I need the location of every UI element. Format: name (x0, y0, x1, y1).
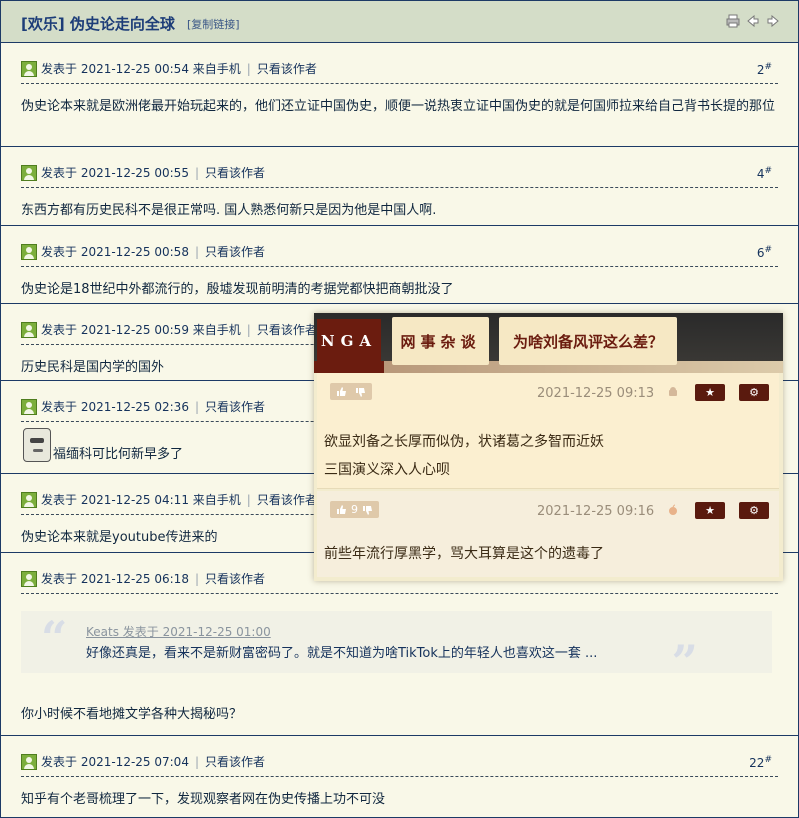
print-icon[interactable] (726, 14, 740, 28)
post-content: 你小时候不看地摊文学各种大揭秘吗？ (21, 707, 243, 722)
thumb-up-icon[interactable] (336, 386, 347, 397)
post-date: 发表于 2021-12-25 07:04 (41, 755, 189, 769)
post-floor-4: 发表于 2021-12-25 00:55 | 只看该作者 4# 东西方都有历史民科不… (1, 148, 798, 226)
sticker-emoji-icon (23, 428, 51, 462)
thread-header: [欢乐] 伪史论走向全球 [复制链接] (1, 1, 798, 43)
settings-gear-button[interactable]: ⚙ (739, 384, 769, 401)
android-icon (669, 387, 677, 396)
card-reply: 9 2021-12-25 09:16 ★ ⚙ 前些年流行厚黑学，骂大耳算是这个的… (317, 491, 779, 577)
floor-number: 4# (756, 166, 772, 181)
post-date: 发表于 2021-12-25 00:59 来自手机 (41, 323, 241, 337)
user-avatar-icon[interactable] (21, 244, 37, 260)
floor-number: 22# (749, 755, 772, 770)
post-content: 知乎有个老哥梳理了一下，发现观察者网在伪史传播上功不可没 (21, 792, 386, 807)
card-reply: 2021-12-25 09:13 ★ ⚙ 欲显刘备之长厚而似伪，状诸葛之多智而近… (317, 373, 779, 489)
post-floor-22: 发表于 2021-12-25 07:04 | 只看该作者 22# 知乎有个老哥梳理了… (1, 737, 798, 817)
settings-gear-button[interactable]: ⚙ (739, 502, 769, 519)
user-avatar-icon[interactable] (21, 322, 37, 338)
post-floor-14: 发表于 2021-12-25 06:18 | 只看该作者 “ Keats 发表于 2… (1, 554, 798, 736)
vote-count: 9 (351, 503, 358, 516)
quote-close-icon: ” (671, 635, 698, 689)
arrow-left-icon[interactable] (746, 14, 760, 28)
thread-page: [欢乐] 伪史论走向全球 [复制链接] 发表于 2021-12-25 00:54… (0, 0, 799, 818)
nga-brand: NGA (317, 319, 381, 363)
reply-text-line: 前些年流行厚黑学，骂大耳算是这个的遗毒了 (324, 546, 604, 562)
copy-link-button[interactable]: [复制链接] (187, 16, 240, 32)
only-author-link[interactable]: 只看该作者 (257, 62, 317, 76)
post-date: 发表于 2021-12-25 00:54 来自手机 (41, 62, 241, 76)
post-content: 伪史论是18世纪中外都流行的，殷墟发现前明清的考据党都快把商朝批没了 (21, 282, 454, 297)
only-author-link[interactable]: 只看该作者 (205, 245, 265, 259)
post-content: 伪史论本来就是欧洲佬最开始玩起来的，他们还立证中国伪史，顺便一说热衷立证中国伪史… (21, 99, 776, 114)
post-meta: 发表于 2021-12-25 00:58 | 只看该作者 6# (21, 227, 778, 267)
only-author-link[interactable]: 只看该作者 (257, 323, 317, 337)
thumb-down-icon[interactable] (355, 387, 366, 397)
apple-icon (669, 504, 677, 515)
user-avatar-icon[interactable] (21, 492, 37, 508)
reply-date: 2021-12-25 09:16 (537, 504, 655, 519)
post-meta: 发表于 2021-12-25 00:55 | 只看该作者 4# (21, 148, 778, 188)
quote-text: 好像还真是，看来不是新财富密码了。就是不知道为啥TikTok上的年轻人也喜欢这一… (86, 646, 598, 661)
post-date: 发表于 2021-12-25 04:11 来自手机 (41, 493, 241, 507)
only-author-link[interactable]: 只看该作者 (205, 166, 265, 180)
floor-number: 6# (756, 245, 772, 260)
post-meta: 发表于 2021-12-25 00:54 来自手机 | 只看该作者 2# (21, 44, 778, 84)
vote-buttons[interactable]: 9 (330, 501, 379, 518)
post-floor-6: 发表于 2021-12-25 00:58 | 只看该作者 6# 伪史论是18世纪中外… (1, 227, 798, 304)
forum-tab[interactable]: 网事杂谈 (392, 317, 489, 365)
reply-text-line: 欲显刘备之长厚而似伪，状诸葛之多智而近妖 (324, 434, 604, 450)
post-date: 发表于 2021-12-25 00:55 (41, 166, 189, 180)
vote-buttons[interactable] (330, 383, 372, 400)
quote-author-link[interactable]: Keats 发表于 2021-12-25 01:00 (86, 623, 271, 640)
quote-block: “ Keats 发表于 2021-12-25 01:00 好像还真是，看来不是新… (21, 611, 772, 685)
arrow-right-icon[interactable] (766, 14, 780, 28)
post-date: 发表于 2021-12-25 06:18 (41, 572, 189, 586)
post-date: 发表于 2021-12-25 02:36 (41, 400, 189, 414)
floor-number: 2# (756, 62, 772, 77)
only-author-link[interactable]: 只看该作者 (205, 400, 265, 414)
favorite-star-button[interactable]: ★ (695, 502, 725, 519)
only-author-link[interactable]: 只看该作者 (205, 572, 265, 586)
reply-text-line: 三国演义深入人心呗 (324, 462, 450, 478)
only-author-link[interactable]: 只看该作者 (205, 755, 265, 769)
reply-date: 2021-12-25 09:13 (537, 386, 655, 401)
post-floor-2: 发表于 2021-12-25 00:54 来自手机 | 只看该作者 2# 伪史论本来… (1, 44, 798, 147)
user-avatar-icon[interactable] (21, 754, 37, 770)
post-meta: 发表于 2021-12-25 07:04 | 只看该作者 22# (21, 737, 778, 777)
user-avatar-icon[interactable] (21, 165, 37, 181)
only-author-link[interactable]: 只看该作者 (257, 493, 317, 507)
thumb-down-icon[interactable] (362, 505, 373, 515)
quote-open-icon: “ (41, 611, 68, 665)
favorite-star-button[interactable]: ★ (695, 384, 725, 401)
header-tools (726, 14, 780, 28)
quoted-thread-card[interactable]: NGA 网事杂谈 为啥刘备风评这么差？ 2021-12-25 09:13 ★ ⚙… (314, 313, 783, 581)
thread-title: [欢乐] 伪史论走向全球 (21, 15, 175, 33)
post-content: 东西方都有历史民科不是很正常吗. 国人熟悉何新只是因为他是中国人啊. (21, 203, 437, 218)
user-avatar-icon[interactable] (21, 61, 37, 77)
user-avatar-icon[interactable] (21, 571, 37, 587)
user-avatar-icon[interactable] (21, 399, 37, 415)
topic-tab[interactable]: 为啥刘备风评这么差？ (499, 317, 677, 365)
thumb-up-icon[interactable] (336, 504, 347, 515)
post-date: 发表于 2021-12-25 00:58 (41, 245, 189, 259)
